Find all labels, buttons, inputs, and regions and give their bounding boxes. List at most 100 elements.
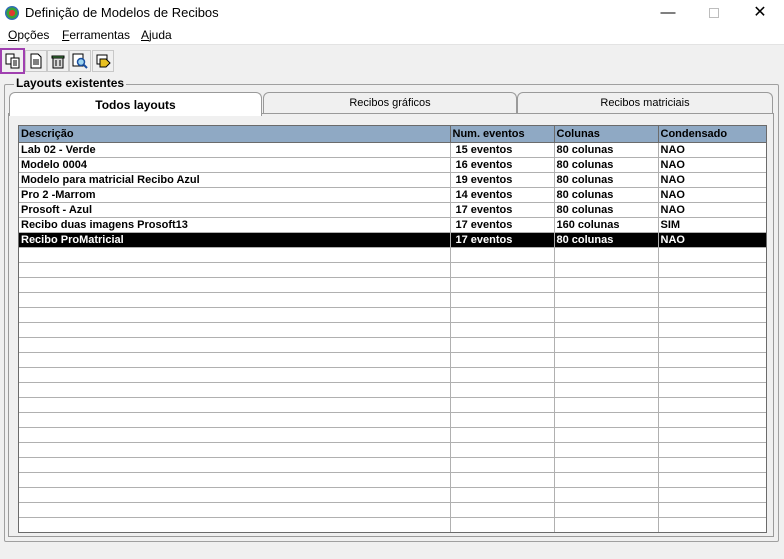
table-cell (554, 457, 659, 473)
table-cell (554, 277, 659, 293)
app-icon (5, 6, 19, 20)
layouts-table[interactable]: Descrição Num. eventos Colunas Condensad… (18, 125, 767, 533)
maximize-icon (709, 8, 719, 19)
table-cell (554, 517, 659, 532)
table-row[interactable]: Prosoft - Azul 17 eventos 80 colunas NAO (19, 202, 766, 218)
table-cell: 17 eventos (450, 232, 555, 248)
table-cell (658, 307, 766, 323)
table-cell (554, 307, 659, 323)
column-header-colunas[interactable]: Colunas (554, 126, 659, 143)
table-cell: NAO (658, 157, 766, 173)
table-row[interactable]: Recibo duas imagens Prosoft13 17 eventos 1… (19, 217, 766, 233)
table-cell (658, 397, 766, 413)
table-cell (554, 472, 659, 488)
column-header-descricao[interactable]: Descrição (19, 126, 451, 143)
preview-layout-button[interactable] (69, 50, 91, 72)
minimize-button[interactable]: — (645, 0, 691, 26)
table-cell: Modelo para matricial Recibo Azul (19, 172, 451, 188)
table-cell (450, 472, 555, 488)
table-cell (450, 367, 555, 383)
empty-row (19, 442, 766, 458)
table-cell: NAO (658, 142, 766, 158)
table-header-row: Descrição Num. eventos Colunas Condensad… (19, 126, 766, 143)
empty-row (19, 457, 766, 473)
table-row[interactable]: Lab 02 - Verde 15 eventos 80 colunas NAO (19, 142, 766, 158)
empty-row (19, 307, 766, 323)
menu-opcoes[interactable]: Opções (8, 28, 49, 42)
table-cell (19, 367, 451, 383)
table-cell: Pro 2 -Marrom (19, 187, 451, 203)
table-row[interactable]: Modelo 0004 16 eventos 80 colunas NAO (19, 157, 766, 173)
table-cell: 19 eventos (450, 172, 555, 188)
table-cell (19, 382, 451, 398)
edit-layout-button[interactable] (92, 50, 114, 72)
table-cell (450, 337, 555, 353)
table-cell (19, 262, 451, 278)
table-cell (19, 292, 451, 308)
table-cell (658, 337, 766, 353)
table-cell: 80 colunas (554, 187, 659, 203)
empty-row (19, 352, 766, 368)
table-cell (450, 352, 555, 368)
table-cell (19, 247, 451, 263)
table-row[interactable]: Recibo ProMatricial 17 eventos 80 colunas N… (19, 232, 766, 248)
table-cell (554, 292, 659, 308)
delete-layout-button[interactable] (47, 50, 69, 72)
table-cell (450, 457, 555, 473)
table-cell (19, 517, 451, 532)
table-cell: 160 colunas (554, 217, 659, 233)
table-cell (658, 442, 766, 458)
table-cell (19, 307, 451, 323)
document-icon (30, 53, 42, 69)
table-cell (450, 502, 555, 518)
table-cell (450, 262, 555, 278)
new-layout-button[interactable] (25, 50, 47, 72)
tab-todos-layouts[interactable]: Todos layouts (9, 92, 262, 116)
table-cell (658, 322, 766, 338)
maximize-button[interactable] (691, 0, 737, 26)
column-header-num-eventos[interactable]: Num. eventos (450, 126, 555, 143)
table-cell (450, 517, 555, 532)
table-cell (554, 397, 659, 413)
table-cell (658, 352, 766, 368)
table-cell (450, 382, 555, 398)
table-cell (554, 247, 659, 263)
table-cell (554, 262, 659, 278)
table-cell (658, 277, 766, 293)
title-bar: Definição de Modelos de Recibos — ✕ (0, 0, 784, 26)
copy-layout-button[interactable] (0, 48, 25, 74)
table-cell (554, 382, 659, 398)
empty-row (19, 262, 766, 278)
table-cell (554, 352, 659, 368)
table-cell (19, 442, 451, 458)
table-cell: NAO (658, 232, 766, 248)
empty-row (19, 427, 766, 443)
table-cell (19, 322, 451, 338)
table-cell: 80 colunas (554, 202, 659, 218)
table-cell: 80 colunas (554, 157, 659, 173)
table-cell: 16 eventos (450, 157, 555, 173)
menu-ajuda[interactable]: Ajuda (141, 28, 172, 42)
empty-row (19, 292, 766, 308)
empty-row (19, 247, 766, 263)
table-cell: SIM (658, 217, 766, 233)
close-button[interactable]: ✕ (737, 0, 783, 26)
empty-row (19, 367, 766, 383)
table-cell (658, 517, 766, 532)
toolbar (0, 46, 784, 76)
table-row[interactable]: Pro 2 -Marrom 14 eventos 80 colunas NAO (19, 187, 766, 203)
menu-ferramentas[interactable]: Ferramentas (62, 28, 130, 42)
table-row[interactable]: Modelo para matricial Recibo Azul 19 even… (19, 172, 766, 188)
table-cell (19, 277, 451, 293)
table-cell (658, 502, 766, 518)
table-cell (658, 427, 766, 443)
table-cell (450, 412, 555, 428)
tab-recibos-matriciais[interactable]: Recibos matriciais (517, 92, 773, 113)
table-cell (450, 307, 555, 323)
edit-tag-icon (96, 54, 111, 68)
column-header-condensado[interactable]: Condensado (658, 126, 766, 143)
table-cell: NAO (658, 172, 766, 188)
tab-recibos-graficos[interactable]: Recibos gráficos (263, 92, 517, 113)
table-cell (450, 247, 555, 263)
empty-row (19, 412, 766, 428)
